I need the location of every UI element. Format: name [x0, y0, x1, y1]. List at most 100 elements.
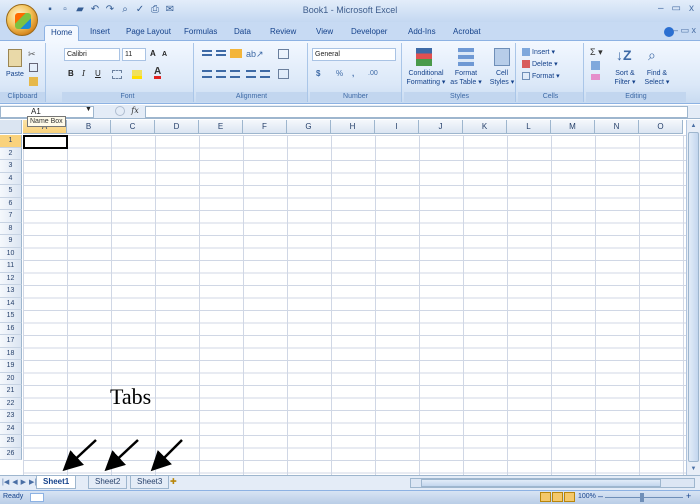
zoom-out-button[interactable]: – — [598, 491, 603, 501]
row-header[interactable]: 17 — [0, 335, 22, 348]
tab-acrobat[interactable]: Acrobat — [447, 25, 487, 41]
zoom-slider[interactable] — [605, 497, 683, 498]
delete-cells-icon[interactable] — [522, 60, 530, 68]
column-header[interactable]: C — [111, 120, 155, 134]
column-header[interactable]: B — [67, 120, 111, 134]
row-header[interactable]: 19 — [0, 360, 22, 373]
row-header[interactable]: 7 — [0, 210, 22, 223]
insert-function-button[interactable]: fx — [128, 106, 142, 118]
grow-font-button[interactable]: A — [150, 49, 156, 59]
borders-icon[interactable] — [112, 70, 122, 79]
row-header[interactable]: 11 — [0, 260, 22, 273]
center-icon[interactable] — [216, 70, 226, 78]
paste-button[interactable]: Paste — [6, 70, 24, 79]
row-header[interactable]: 12 — [0, 272, 22, 285]
close-button[interactable]: x — [689, 3, 694, 14]
vertical-scrollbar[interactable]: ▲ ▼ — [686, 120, 700, 475]
delete-button[interactable]: Delete ▾ — [532, 60, 558, 69]
font-size-select[interactable]: 11 — [122, 48, 146, 61]
row-header[interactable]: 21 — [0, 385, 22, 398]
sort-filter-icon[interactable]: ↓Z — [616, 47, 632, 63]
horizontal-scrollbar[interactable] — [410, 478, 695, 488]
workbook-window-controls[interactable]: – ▭ x — [673, 25, 696, 36]
increase-indent-icon[interactable] — [260, 70, 270, 78]
row-header[interactable]: 25 — [0, 435, 22, 448]
page-layout-view-icon[interactable] — [552, 492, 563, 502]
zoom-slider-thumb[interactable] — [640, 493, 644, 502]
fill-icon[interactable] — [591, 61, 600, 70]
conditional-formatting-icon[interactable] — [416, 48, 432, 66]
orientation-icon[interactable]: ab↗ — [246, 49, 264, 60]
row-header[interactable]: 13 — [0, 285, 22, 298]
fill-color-icon[interactable] — [132, 70, 142, 79]
clear-icon[interactable] — [591, 74, 600, 80]
row-header[interactable]: 6 — [0, 197, 22, 210]
currency-button[interactable]: $ — [316, 69, 320, 79]
bold-button[interactable]: B — [68, 69, 74, 79]
column-header[interactable]: J — [419, 120, 463, 134]
tab-insert[interactable]: Insert — [84, 25, 116, 41]
worksheet-grid[interactable]: ABCDEFGHIJKLMNO 123456789101112131415161… — [0, 120, 686, 475]
scroll-down-icon[interactable]: ▼ — [688, 464, 699, 474]
tab-add-ins[interactable]: Add-Ins — [402, 25, 442, 41]
tab-review[interactable]: Review — [264, 25, 302, 41]
wrap-text-icon[interactable] — [278, 49, 289, 59]
format-button[interactable]: Format ▾ — [532, 72, 560, 81]
row-header[interactable]: 18 — [0, 347, 22, 360]
align-bottom-icon[interactable] — [230, 49, 242, 58]
column-header[interactable]: I — [375, 120, 419, 134]
align-top-icon[interactable] — [202, 50, 212, 56]
row-header[interactable]: 9 — [0, 235, 22, 248]
shrink-font-button[interactable]: A — [162, 50, 167, 60]
row-header[interactable]: 2 — [0, 147, 22, 160]
format-as-table-button[interactable]: Format as Table ▾ — [448, 69, 484, 87]
macro-record-icon[interactable] — [30, 493, 44, 502]
find-select-button[interactable]: Find & Select ▾ — [642, 69, 672, 87]
sort-filter-button[interactable]: Sort & Filter ▾ — [610, 69, 640, 87]
format-painter-icon[interactable] — [29, 77, 38, 86]
active-cell[interactable] — [23, 135, 68, 149]
tab-home[interactable]: Home — [44, 25, 80, 41]
number-format-select[interactable]: General — [312, 48, 396, 61]
row-header[interactable]: 8 — [0, 222, 22, 235]
comma-button[interactable]: , — [352, 69, 354, 79]
paste-icon[interactable] — [8, 49, 22, 67]
insert-sheet-icon[interactable]: ✚ — [170, 477, 177, 486]
cell-styles-icon[interactable] — [494, 48, 510, 66]
row-header[interactable]: 22 — [0, 397, 22, 410]
tab-developer[interactable]: Developer — [345, 25, 393, 41]
cell-area[interactable] — [23, 135, 686, 475]
formula-input[interactable] — [145, 106, 688, 118]
sheet-tab-sheet1[interactable]: Sheet1 — [36, 476, 77, 489]
column-header[interactable]: D — [155, 120, 199, 134]
minimize-button[interactable]: – — [658, 3, 664, 14]
row-header[interactable]: 1 — [0, 135, 22, 148]
zoom-in-button[interactable]: + — [686, 491, 691, 501]
decimal-button[interactable]: .00 — [368, 69, 378, 79]
scroll-up-icon[interactable]: ▲ — [688, 121, 699, 131]
row-header[interactable]: 4 — [0, 172, 22, 185]
font-name-select[interactable]: Calibri — [64, 48, 120, 61]
cancel-icon[interactable] — [115, 106, 125, 116]
name-box-dropdown-icon[interactable]: ▼ — [85, 106, 92, 113]
merge-center-icon[interactable] — [278, 69, 289, 79]
normal-view-icon[interactable] — [540, 492, 551, 502]
zoom-level[interactable]: 100% — [578, 493, 596, 500]
page-break-view-icon[interactable] — [564, 492, 575, 502]
row-header[interactable]: 10 — [0, 247, 22, 260]
row-header[interactable]: 14 — [0, 297, 22, 310]
underline-button[interactable]: U — [95, 69, 101, 79]
format-as-table-icon[interactable] — [458, 48, 474, 66]
autosum-button[interactable]: Σ ▾ — [590, 47, 603, 57]
vertical-scroll-thumb[interactable] — [688, 132, 699, 462]
tab-page-layout[interactable]: Page Layout — [120, 25, 177, 41]
select-all-button[interactable] — [0, 120, 22, 134]
row-header[interactable]: 20 — [0, 372, 22, 385]
find-select-icon[interactable]: ⌕ — [648, 47, 656, 63]
restore-button[interactable]: ▭ — [672, 3, 681, 14]
row-header[interactable]: 24 — [0, 422, 22, 435]
italic-button[interactable]: I — [82, 69, 85, 79]
sheet-tab-sheet3[interactable]: Sheet3 — [130, 476, 170, 489]
office-button[interactable] — [6, 4, 38, 36]
sheet-tab-sheet2[interactable]: Sheet2 — [88, 476, 128, 489]
